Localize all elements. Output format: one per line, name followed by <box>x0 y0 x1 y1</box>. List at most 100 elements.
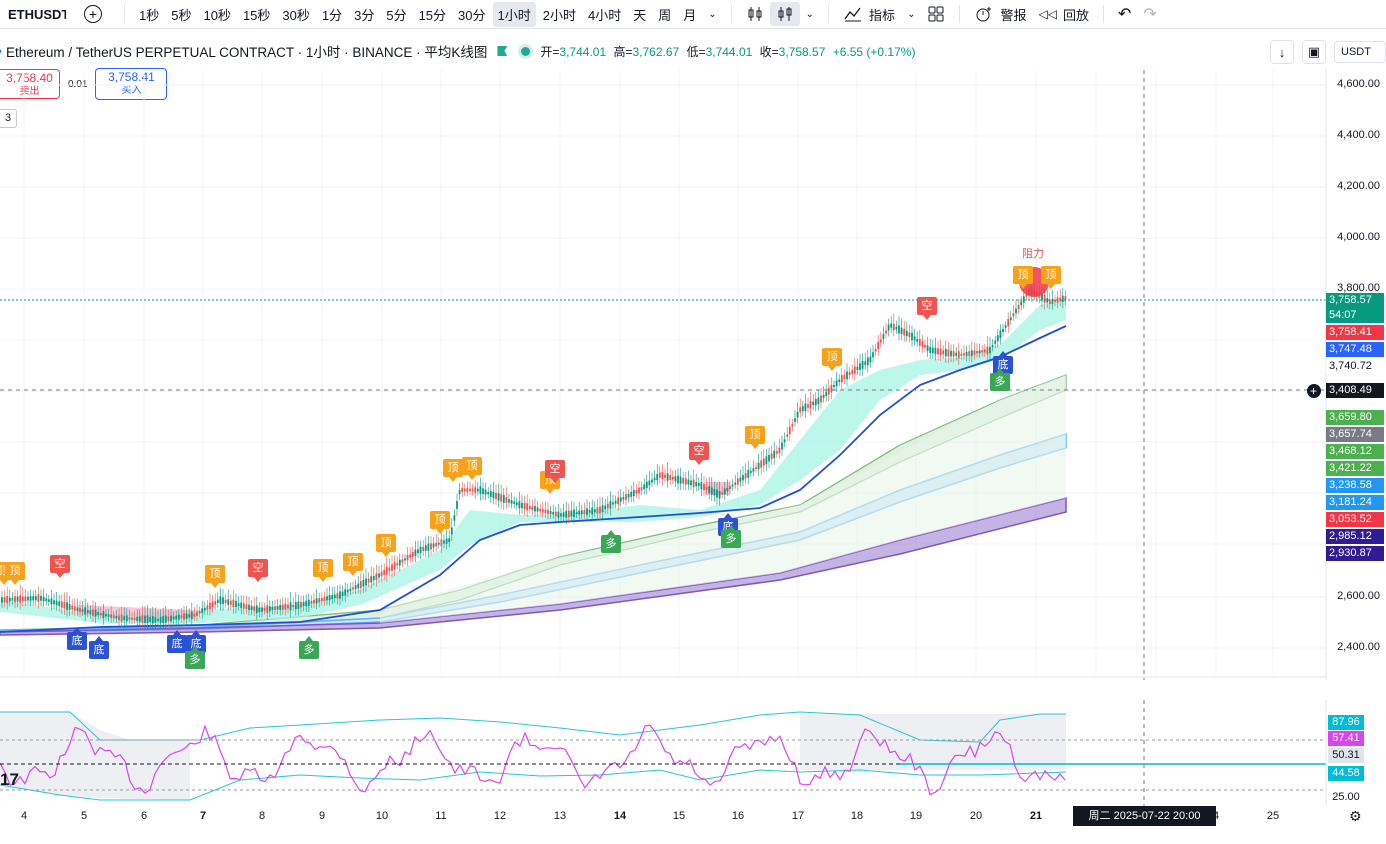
price-tag-value: 3,408.49 <box>1329 384 1372 396</box>
candle-body <box>237 603 240 607</box>
fullscreen-icon[interactable]: ▣ <box>1302 40 1326 64</box>
candle-body <box>697 483 700 487</box>
signal-marker-long[interactable]: 多 <box>601 530 621 553</box>
price-tag: 2,985.12 <box>1326 529 1384 544</box>
timeframe-0[interactable]: 1秒 <box>134 2 164 27</box>
arrow-down-icon[interactable]: ↓ <box>1270 40 1294 64</box>
candle-body <box>734 482 737 485</box>
settings-gear-icon[interactable]: ⚙ <box>1349 808 1362 825</box>
candle-body <box>463 488 466 492</box>
candle-body <box>469 488 471 492</box>
candle-body <box>913 336 916 341</box>
replay-button[interactable]: ◁◁ 回放 <box>1032 2 1094 27</box>
candle-body <box>604 505 607 510</box>
oscillator-axis-label: 87.96 <box>1328 715 1364 730</box>
signal-marker-long[interactable]: 多 <box>185 646 205 669</box>
resistance-label: 阻力 <box>1022 248 1044 260</box>
candle-body <box>190 611 193 620</box>
timeframe-8[interactable]: 15分 <box>414 2 451 27</box>
timeframe-1[interactable]: 5秒 <box>166 2 196 27</box>
candle-body <box>773 450 776 459</box>
timeframe-6[interactable]: 3分 <box>349 2 379 27</box>
candle-body <box>549 510 552 515</box>
signal-marker-top[interactable]: 顶 <box>822 348 842 371</box>
candle-body <box>911 332 913 341</box>
timeframe-13[interactable]: 天 <box>628 2 651 27</box>
candle-body <box>781 442 783 450</box>
alert-button[interactable]: 警报 <box>968 2 1032 27</box>
compare-add-icon[interactable]: + <box>84 5 102 23</box>
candle-body <box>297 601 300 609</box>
indicators-dropdown-icon[interactable]: ⌄ <box>907 9 915 20</box>
indicators-button[interactable]: 指标 <box>837 2 901 27</box>
signal-marker-top[interactable]: 顶 <box>1013 266 1033 289</box>
signal-marker-long[interactable]: 多 <box>299 636 319 659</box>
legend-title[interactable]: Ethereum / TetherUS PERPETUAL CONTRACT ·… <box>6 41 487 61</box>
candle-body <box>700 482 703 490</box>
signal-marker-top[interactable]: 顶 <box>376 534 396 557</box>
candle-body <box>708 486 711 494</box>
candle-body <box>736 478 739 485</box>
chart-type-dropdown-icon[interactable]: ⌄ <box>806 9 814 20</box>
heikin-ashi-icon[interactable] <box>769 2 800 26</box>
candle-body <box>560 513 562 517</box>
candle-body <box>840 375 843 383</box>
signal-marker-long[interactable]: 多 <box>721 525 741 548</box>
currency-select[interactable]: USDT <box>1334 41 1386 63</box>
symbol-search[interactable]: ETHUSDT <box>8 7 66 22</box>
candle-body <box>229 600 232 605</box>
candle-body <box>414 549 417 556</box>
signal-marker-top[interactable]: 顶 <box>443 459 463 482</box>
timeframe-14[interactable]: 周 <box>653 2 676 27</box>
candle-body <box>521 502 523 509</box>
undo-icon[interactable]: ↶ <box>1112 1 1137 27</box>
timeframe-10[interactable]: 1小时 <box>492 1 536 27</box>
candle-body <box>248 604 250 610</box>
candle-body <box>274 606 276 610</box>
signal-marker-top[interactable]: 顶 <box>1041 266 1061 289</box>
candle-body <box>513 501 516 505</box>
candle-style-icon[interactable] <box>740 2 770 26</box>
redo-icon[interactable]: ↷ <box>1137 1 1162 27</box>
price-axis-label: 2,600.00 <box>1337 590 1380 602</box>
signal-marker-bottom[interactable]: 底 <box>89 636 109 659</box>
timeframe-12[interactable]: 4小时 <box>583 2 626 27</box>
layout-grid-icon[interactable] <box>921 2 951 26</box>
signal-marker-short[interactable]: 空 <box>545 460 565 483</box>
timeframe-dropdown-icon[interactable]: ⌄ <box>708 9 716 20</box>
signal-marker-bottom[interactable]: 底 <box>167 630 187 653</box>
signal-marker-top[interactable]: 顶 <box>462 457 482 480</box>
signal-marker-top[interactable]: 顶 <box>205 565 225 588</box>
candle-body <box>333 594 336 599</box>
signal-marker-top[interactable]: 顶 <box>313 559 333 582</box>
signal-marker-bottom[interactable]: 底 <box>67 627 87 650</box>
timeframe-5[interactable]: 1分 <box>317 2 347 27</box>
main-price-chart[interactable]: + <box>0 70 1386 680</box>
candle-body <box>232 599 235 608</box>
timeframe-15[interactable]: 月 <box>678 2 701 27</box>
signal-marker-short[interactable]: 空 <box>248 559 268 582</box>
flag-icon[interactable] <box>497 46 508 56</box>
candle-body <box>471 488 474 492</box>
signal-marker-top[interactable]: 顶 <box>745 426 765 449</box>
candle-body <box>508 499 510 503</box>
oscillator-pane[interactable] <box>0 700 1386 806</box>
timeframe-4[interactable]: 30秒 <box>277 2 314 27</box>
timeframe-2[interactable]: 10秒 <box>198 2 235 27</box>
candle-body <box>591 507 594 515</box>
signal-marker-short[interactable]: 空 <box>917 297 937 320</box>
timeframe-7[interactable]: 5分 <box>381 2 411 27</box>
timeframe-11[interactable]: 2小时 <box>538 2 581 27</box>
candle-body <box>695 481 698 487</box>
signal-marker-short[interactable]: 空 <box>689 442 709 465</box>
timeframe-3[interactable]: 15秒 <box>238 2 275 27</box>
price-tag: 3,758.41 <box>1326 325 1384 340</box>
signal-marker-top[interactable]: 顶 <box>343 553 363 576</box>
candle-body <box>838 379 841 383</box>
signal-marker-top[interactable]: 顶 <box>5 562 25 585</box>
signal-marker-long[interactable]: 多 <box>990 368 1010 391</box>
candle-body <box>851 369 854 374</box>
signal-marker-top[interactable]: 顶 <box>430 511 450 534</box>
signal-marker-short[interactable]: 空 <box>50 555 70 578</box>
timeframe-9[interactable]: 30分 <box>453 2 490 27</box>
